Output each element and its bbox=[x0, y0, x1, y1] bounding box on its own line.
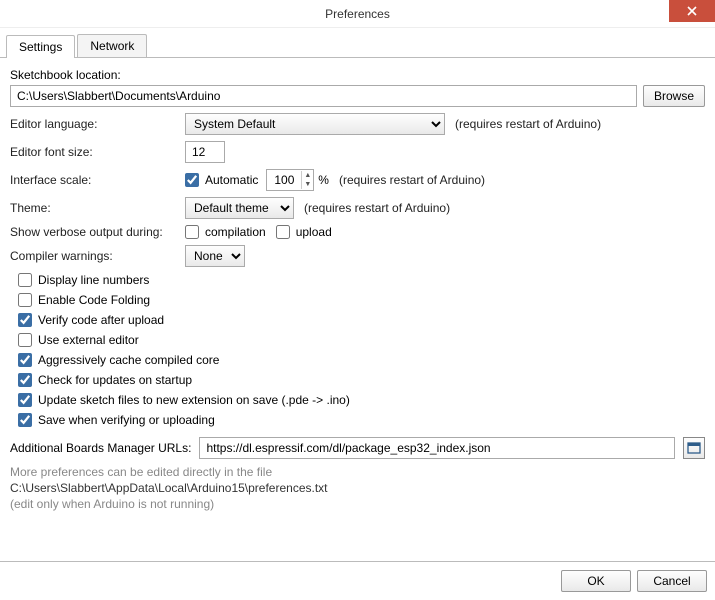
scale-down-icon[interactable]: ▼ bbox=[302, 180, 313, 189]
sketchbook-label: Sketchbook location: bbox=[10, 68, 705, 82]
compilation-checkbox[interactable]: compilation bbox=[185, 225, 266, 239]
compiler-warnings-select[interactable]: None bbox=[185, 245, 245, 267]
window-icon bbox=[687, 442, 701, 454]
check-updates-checkbox[interactable]: Check for updates on startup bbox=[18, 373, 705, 387]
titlebar: Preferences bbox=[0, 0, 715, 28]
dialog-footer: OK Cancel bbox=[0, 561, 715, 600]
prefs-file-path[interactable]: C:\Users\Slabbert\AppData\Local\Arduino1… bbox=[10, 481, 705, 495]
compiler-warnings-label: Compiler warnings: bbox=[10, 249, 185, 263]
cancel-button[interactable]: Cancel bbox=[637, 570, 707, 592]
upload-checkbox-input[interactable] bbox=[276, 225, 290, 239]
upload-label: upload bbox=[296, 225, 332, 239]
restart-note-scale: (requires restart of Arduino) bbox=[339, 173, 485, 187]
restart-note-lang: (requires restart of Arduino) bbox=[455, 117, 601, 131]
scale-value-input[interactable] bbox=[267, 170, 301, 190]
interface-scale-label: Interface scale: bbox=[10, 173, 185, 187]
upload-checkbox[interactable]: upload bbox=[276, 225, 332, 239]
tab-settings[interactable]: Settings bbox=[6, 35, 75, 58]
update-extension-checkbox[interactable]: Update sketch files to new extension on … bbox=[18, 393, 705, 407]
options-checklist: Display line numbers Enable Code Folding… bbox=[18, 273, 705, 427]
settings-panel: Sketchbook location: Browse Editor langu… bbox=[0, 58, 715, 511]
editor-language-select[interactable]: System Default bbox=[185, 113, 445, 135]
save-when-verify-checkbox[interactable]: Save when verifying or uploading bbox=[18, 413, 705, 427]
tab-strip: Settings Network bbox=[0, 28, 715, 58]
font-size-input[interactable] bbox=[185, 141, 225, 163]
aggressive-cache-checkbox[interactable]: Aggressively cache compiled core bbox=[18, 353, 705, 367]
close-button[interactable] bbox=[669, 0, 715, 22]
verify-after-upload-checkbox[interactable]: Verify code after upload bbox=[18, 313, 705, 327]
automatic-checkbox[interactable]: Automatic bbox=[185, 173, 258, 187]
automatic-label: Automatic bbox=[205, 173, 258, 187]
verbose-label: Show verbose output during: bbox=[10, 225, 185, 239]
sketchbook-path-input[interactable] bbox=[10, 85, 637, 107]
editor-language-label: Editor language: bbox=[10, 117, 185, 131]
browse-button[interactable]: Browse bbox=[643, 85, 705, 107]
boards-urls-input[interactable] bbox=[199, 437, 675, 459]
boards-urls-label: Additional Boards Manager URLs: bbox=[10, 441, 191, 455]
percent-label: % bbox=[318, 173, 329, 187]
scale-up-icon[interactable]: ▲ bbox=[302, 171, 313, 180]
more-prefs-note: More preferences can be edited directly … bbox=[10, 465, 705, 479]
theme-label: Theme: bbox=[10, 201, 185, 215]
display-line-numbers-checkbox[interactable]: Display line numbers bbox=[18, 273, 705, 287]
use-external-editor-checkbox[interactable]: Use external editor bbox=[18, 333, 705, 347]
edit-only-note: (edit only when Arduino is not running) bbox=[10, 497, 705, 511]
boards-urls-expand-button[interactable] bbox=[683, 437, 705, 459]
compilation-checkbox-input[interactable] bbox=[185, 225, 199, 239]
scale-spinner[interactable]: ▲ ▼ bbox=[266, 169, 314, 191]
tab-network[interactable]: Network bbox=[77, 34, 147, 57]
enable-code-folding-checkbox[interactable]: Enable Code Folding bbox=[18, 293, 705, 307]
ok-button[interactable]: OK bbox=[561, 570, 631, 592]
font-size-label: Editor font size: bbox=[10, 145, 185, 159]
restart-note-theme: (requires restart of Arduino) bbox=[304, 201, 450, 215]
automatic-checkbox-input[interactable] bbox=[185, 173, 199, 187]
theme-select[interactable]: Default theme bbox=[185, 197, 294, 219]
compilation-label: compilation bbox=[205, 225, 266, 239]
close-icon bbox=[687, 6, 697, 16]
window-title: Preferences bbox=[325, 7, 390, 21]
